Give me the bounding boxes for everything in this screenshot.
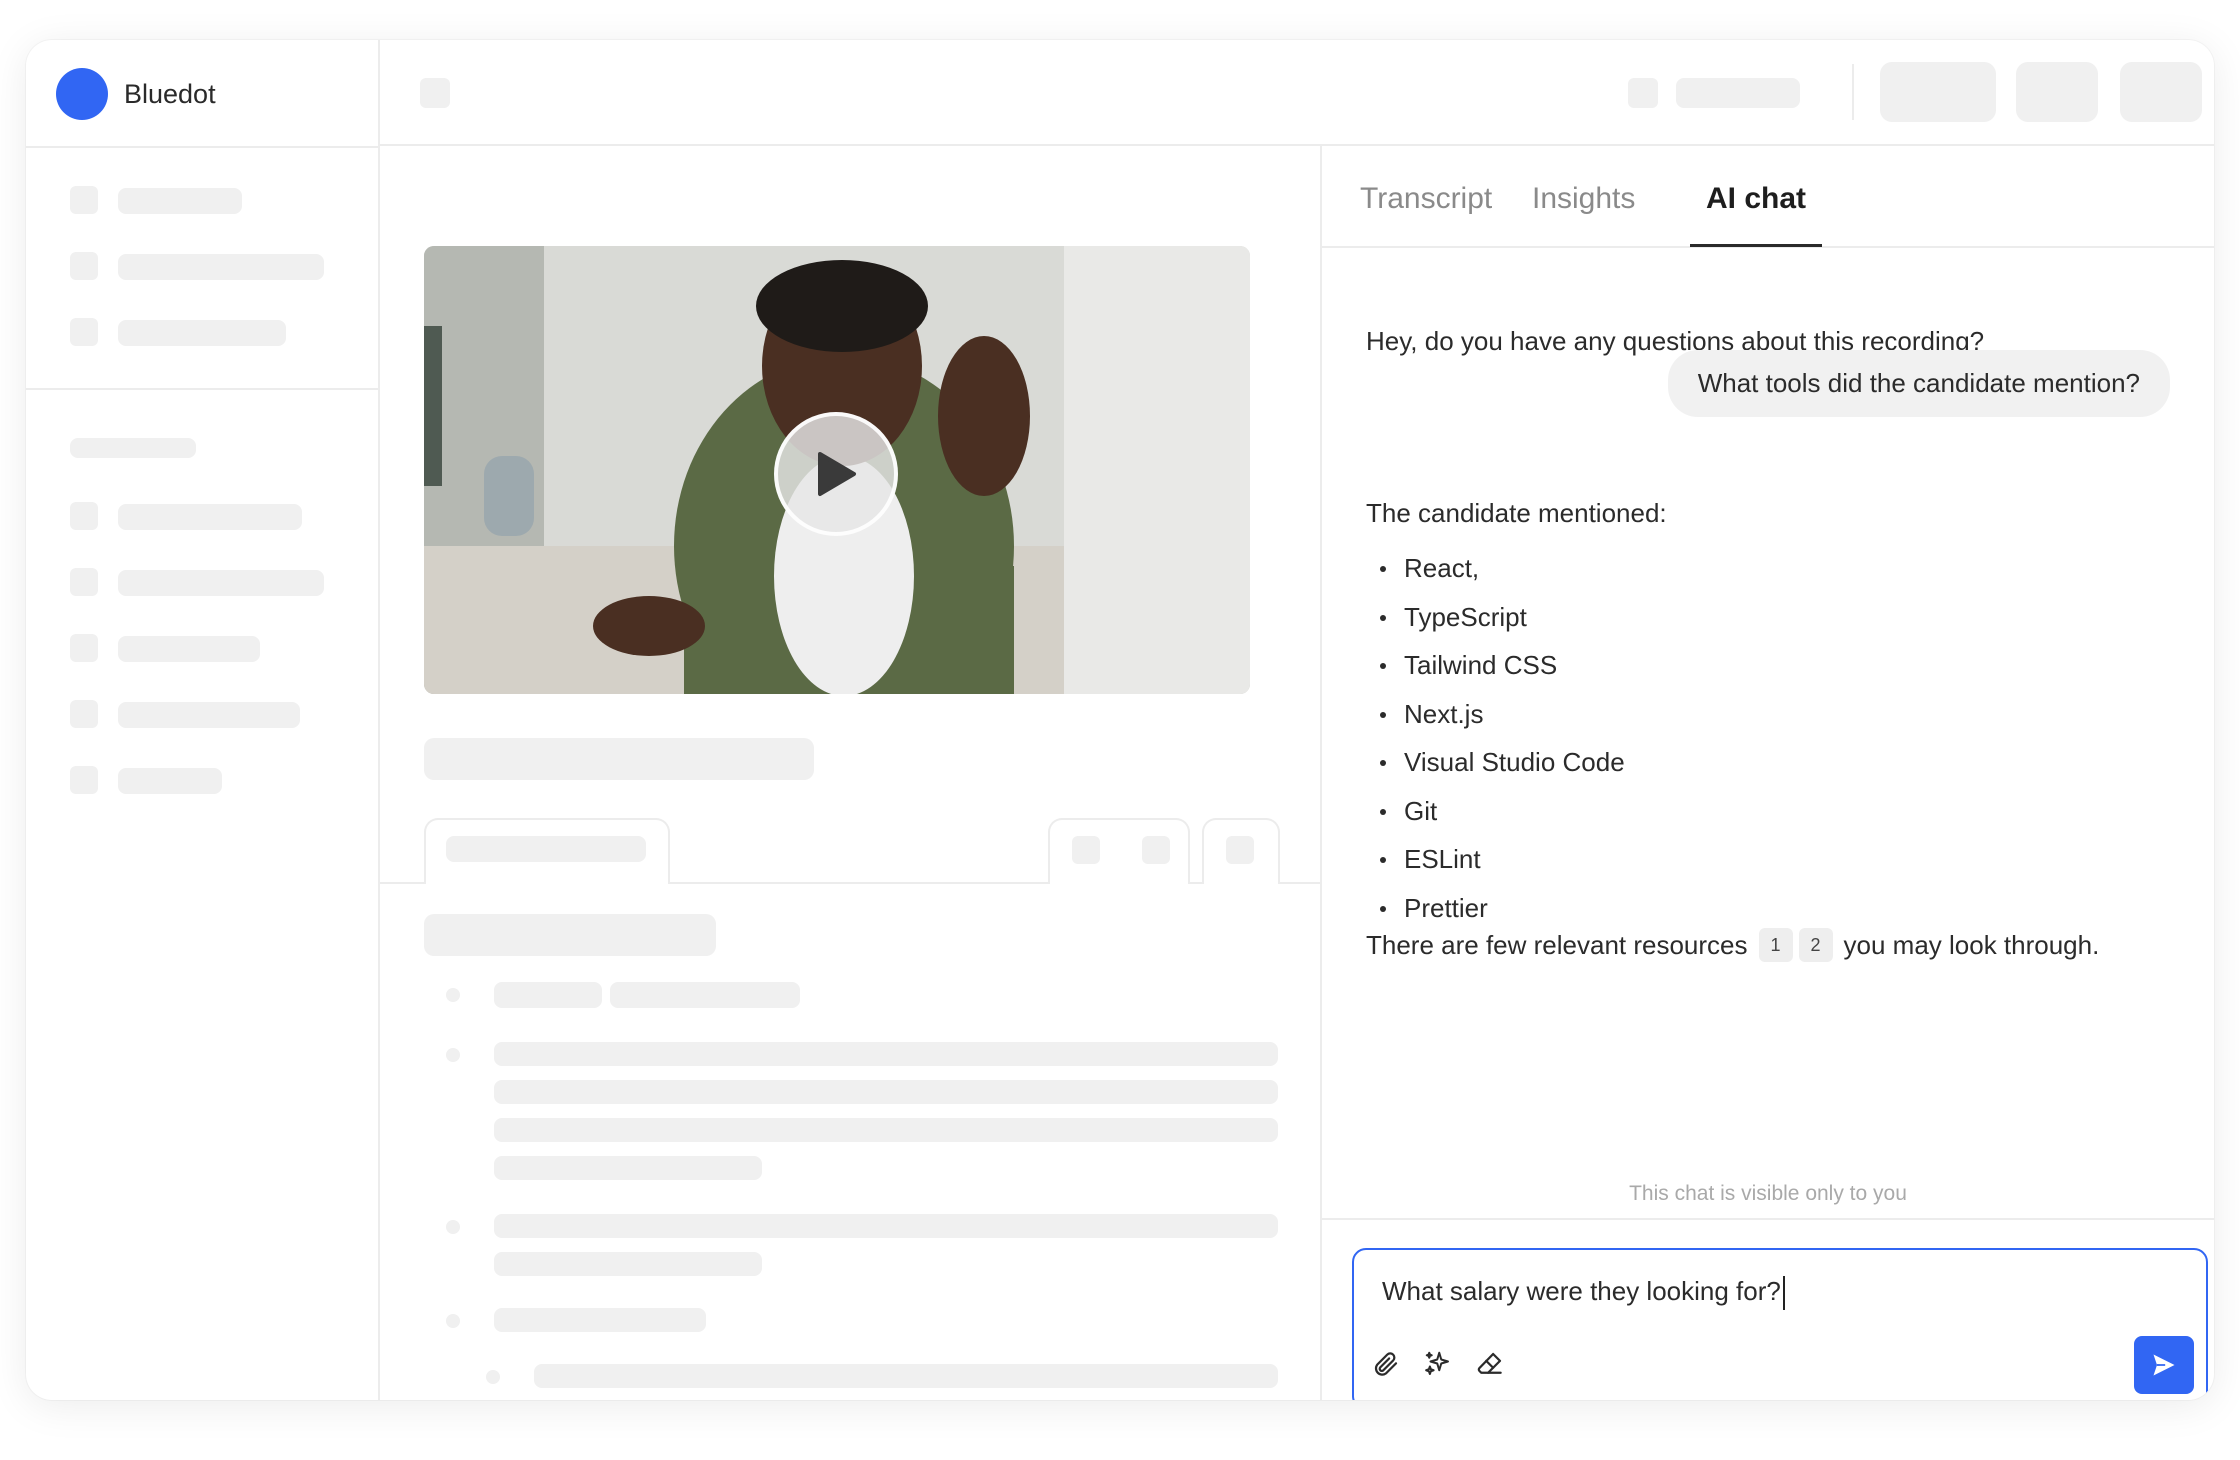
bullet-placeholder bbox=[486, 1370, 500, 1384]
bullet-placeholder bbox=[446, 1314, 460, 1328]
resources-text-after: you may look through. bbox=[1843, 929, 2100, 960]
content-tab-label-placeholder bbox=[446, 836, 646, 862]
composer-divider bbox=[1322, 1218, 2214, 1220]
sidebar-item-icon-placeholder bbox=[70, 766, 98, 794]
sidebar-item-placeholder[interactable] bbox=[118, 188, 242, 214]
top-bar bbox=[380, 40, 2214, 146]
sidebar-item-icon-placeholder bbox=[70, 252, 98, 280]
bullet-placeholder bbox=[446, 1220, 460, 1234]
play-icon bbox=[818, 452, 856, 496]
panel-tabs: Transcript Insights AI chat bbox=[1322, 146, 2214, 248]
bullet-placeholder bbox=[446, 988, 460, 1002]
content-tab-extra[interactable] bbox=[1202, 818, 1280, 884]
sidebar-section-divider bbox=[26, 388, 380, 390]
text-line-placeholder bbox=[494, 1080, 1278, 1104]
content-tab-actions bbox=[1048, 818, 1190, 884]
clear-chat-button[interactable] bbox=[1472, 1346, 1508, 1382]
resources-message: There are few relevant resources 1 2 you… bbox=[1366, 928, 2099, 962]
list-item: ESLint bbox=[1366, 841, 1625, 890]
sidebar-item-placeholder[interactable] bbox=[118, 702, 300, 728]
sidebar-item-icon-placeholder bbox=[70, 700, 98, 728]
sidebar-section-title-placeholder bbox=[70, 438, 196, 458]
list-item: TypeScript bbox=[1366, 599, 1625, 648]
section-heading-placeholder bbox=[424, 914, 716, 956]
resource-ref-badge[interactable]: 2 bbox=[1798, 928, 1833, 962]
content-tab-active[interactable] bbox=[424, 818, 670, 884]
bullet-placeholder bbox=[446, 1048, 460, 1062]
sidebar-item-placeholder[interactable] bbox=[118, 636, 260, 662]
eraser-icon bbox=[1477, 1352, 1502, 1374]
text-line-placeholder bbox=[534, 1364, 1278, 1388]
sidebar-item-placeholder[interactable] bbox=[118, 570, 324, 596]
sparkles-icon bbox=[1425, 1351, 1449, 1375]
toolbar-icon-placeholder[interactable] bbox=[420, 78, 450, 108]
ai-answer-intro: The candidate mentioned: bbox=[1366, 498, 1667, 528]
sidebar-item-placeholder[interactable] bbox=[118, 320, 286, 346]
play-button[interactable] bbox=[774, 412, 898, 536]
sidebar: Bluedot bbox=[26, 40, 380, 1400]
sidebar-item-icon-placeholder bbox=[70, 186, 98, 214]
text-line-placeholder bbox=[494, 1252, 762, 1276]
sidebar-header-divider bbox=[26, 146, 380, 148]
sidebar-item-icon-placeholder bbox=[70, 502, 98, 530]
recording-panel bbox=[380, 146, 1322, 1400]
send-icon bbox=[2153, 1354, 2175, 1376]
sidebar-item-icon-placeholder bbox=[70, 634, 98, 662]
text-line-placeholder bbox=[610, 982, 800, 1008]
chat-visibility-note: This chat is visible only to you bbox=[1629, 1182, 1907, 1205]
chat-input-value: What salary were they looking for? bbox=[1382, 1276, 1781, 1306]
recording-title-placeholder bbox=[424, 738, 814, 780]
text-line-placeholder bbox=[494, 1308, 706, 1332]
resource-ref-badge[interactable]: 1 bbox=[1758, 928, 1793, 962]
video-player[interactable] bbox=[424, 246, 1250, 694]
text-line-placeholder bbox=[494, 1156, 762, 1180]
app-window: Bluedot Transcript Insights AI chat Hey,… bbox=[26, 40, 2214, 1400]
chat-composer[interactable]: What salary were they looking for? bbox=[1352, 1248, 2208, 1400]
brand[interactable]: Bluedot bbox=[56, 68, 216, 120]
toolbar-label-placeholder bbox=[1676, 78, 1800, 108]
sidebar-item-placeholder[interactable] bbox=[118, 768, 222, 794]
sidebar-item-placeholder[interactable] bbox=[118, 504, 302, 530]
brand-name: Bluedot bbox=[124, 78, 216, 109]
sidebar-item-icon-placeholder bbox=[70, 318, 98, 346]
text-line-placeholder bbox=[494, 1042, 1278, 1066]
text-line-placeholder bbox=[494, 1118, 1278, 1142]
active-tab-indicator bbox=[1690, 244, 1822, 247]
user-message: What tools did the candidate mention? bbox=[1667, 350, 2170, 417]
list-item: Tailwind CSS bbox=[1366, 647, 1625, 696]
attach-button[interactable] bbox=[1368, 1346, 1404, 1382]
tab-ai-chat[interactable]: AI chat bbox=[1706, 182, 1806, 238]
ai-chat-panel: Transcript Insights AI chat Hey, do you … bbox=[1322, 146, 2214, 1400]
sidebar-item-placeholder[interactable] bbox=[118, 254, 324, 280]
sidebar-item-icon-placeholder bbox=[70, 568, 98, 596]
toolbar-button-placeholder[interactable] bbox=[2016, 62, 2098, 122]
text-line-placeholder bbox=[494, 982, 602, 1008]
chat-input[interactable]: What salary were they looking for? bbox=[1382, 1276, 1785, 1311]
list-item: Git bbox=[1366, 793, 1625, 842]
send-button[interactable] bbox=[2134, 1336, 2194, 1394]
text-line-placeholder bbox=[494, 1214, 1278, 1238]
tab-insights[interactable]: Insights bbox=[1532, 182, 1635, 238]
list-item: Visual Studio Code bbox=[1366, 744, 1625, 793]
content-action-icon-placeholder[interactable] bbox=[1072, 836, 1100, 864]
brand-logo bbox=[56, 68, 108, 120]
toolbar-button-placeholder[interactable] bbox=[2120, 62, 2202, 122]
toolbar-icon-placeholder[interactable] bbox=[1628, 78, 1658, 108]
toolbar-button-placeholder[interactable] bbox=[1880, 62, 1996, 122]
list-item: React, bbox=[1366, 550, 1625, 599]
resources-text-before: There are few relevant resources bbox=[1366, 929, 1748, 960]
ai-suggest-button[interactable] bbox=[1420, 1346, 1456, 1382]
tools-list: React, TypeScript Tailwind CSS Next.js V… bbox=[1366, 550, 1625, 938]
paperclip-icon bbox=[1374, 1352, 1398, 1376]
list-item: Next.js bbox=[1366, 696, 1625, 745]
toolbar-divider bbox=[1852, 64, 1854, 120]
content-action-icon-placeholder bbox=[1226, 836, 1254, 864]
content-action-icon-placeholder[interactable] bbox=[1142, 836, 1170, 864]
text-caret bbox=[1782, 1276, 1785, 1311]
tab-transcript[interactable]: Transcript bbox=[1360, 182, 1492, 238]
